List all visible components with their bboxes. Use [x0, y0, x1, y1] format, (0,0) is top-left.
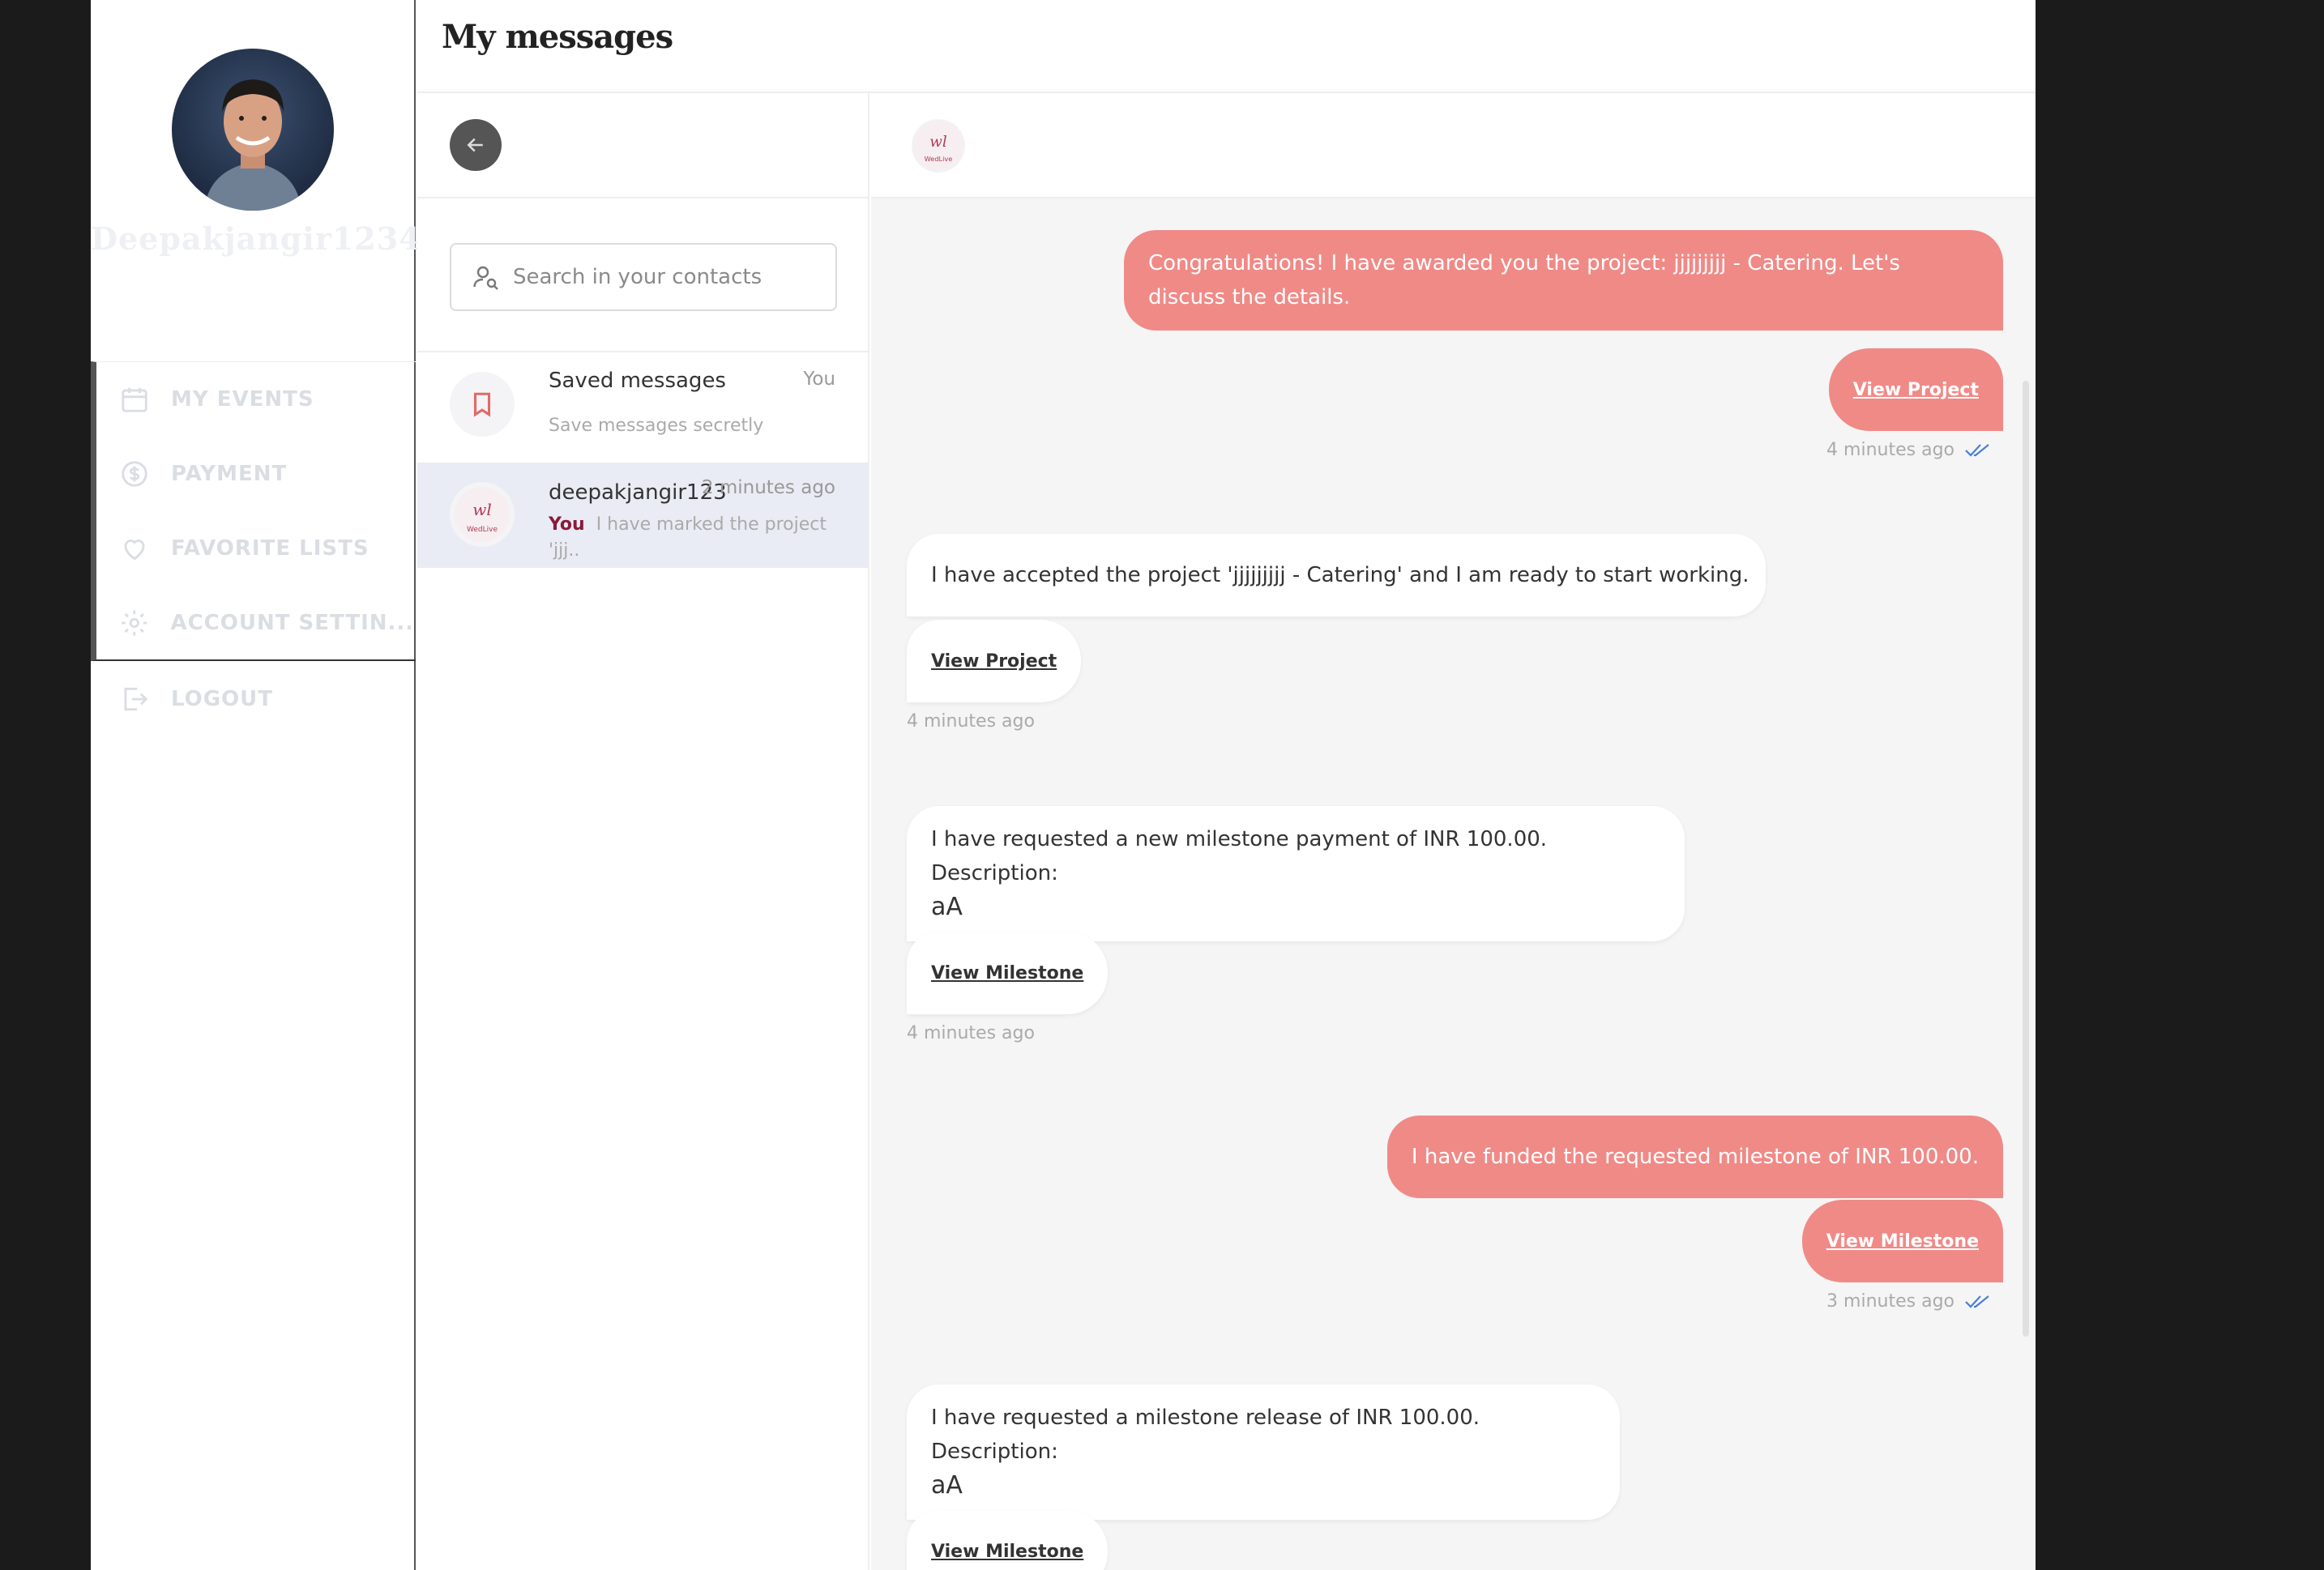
contact-name: Saved messages — [549, 369, 726, 393]
chat-contact-avatar[interactable]: wl WedLive — [912, 119, 965, 173]
contact-preview: Save messages secretly — [549, 416, 764, 436]
user-search-icon — [473, 266, 498, 290]
app-window: Deepakjangir1234 MY EVENTS PAYMENT FAVOR… — [91, 0, 2036, 1570]
view-milestone-link[interactable]: View Milestone — [907, 1510, 1109, 1570]
logout-button[interactable]: LOGOUT — [119, 675, 273, 723]
main-area: My messages Saved messages You Save mes — [417, 0, 2036, 1570]
wedlive-logo-icon: wl WedLive — [455, 487, 510, 542]
arrow-left-icon — [467, 138, 483, 152]
svg-text:WedLive: WedLive — [467, 526, 498, 534]
calendar-icon — [122, 387, 147, 412]
page-header: My messages — [417, 0, 2036, 93]
sidebar: Deepakjangir1234 MY EVENTS PAYMENT FAVOR… — [91, 0, 421, 1570]
gear-icon — [122, 610, 147, 636]
heart-icon — [124, 540, 145, 561]
contact-avatar: wl WedLive — [450, 482, 515, 547]
contacts-toolbar — [417, 93, 869, 198]
contact-item-saved-messages[interactable]: Saved messages You Save messages secretl… — [417, 352, 868, 458]
message-timestamp: 3 minutes ago — [1826, 1291, 1954, 1312]
sidebar-item-account-settings[interactable]: ACCOUNT SETTIN... — [119, 599, 411, 647]
chat-header: wl WedLive — [871, 93, 2036, 198]
logout-label: LOGOUT — [171, 687, 274, 711]
contact-item-deepakjangir123[interactable]: wl WedLive deepakjangir123 2 minutes ago … — [417, 463, 868, 568]
search-input[interactable] — [513, 265, 821, 289]
contact-search[interactable] — [450, 243, 837, 311]
view-project-link[interactable]: View Project — [1828, 348, 2003, 431]
contact-meta: 2 minutes ago — [701, 477, 835, 498]
sidebar-item-label: FAVORITE LISTS — [171, 536, 370, 561]
contact-name: deepakjangir123 — [549, 480, 727, 505]
preview-text: I have marked the project — [596, 514, 827, 535]
sidebar-nav: MY EVENTS PAYMENT FAVORITE LISTS ACCOUNT… — [91, 361, 416, 661]
contact-meta: You — [803, 369, 835, 390]
message-timestamp: 4 minutes ago — [1826, 440, 1954, 460]
view-milestone-link[interactable]: View Milestone — [1801, 1200, 2003, 1282]
sidebar-item-favorite-lists[interactable]: FAVORITE LISTS — [119, 524, 411, 573]
bookmark-icon — [473, 392, 491, 417]
contact-preview-continued: 'jjj.. — [549, 540, 580, 561]
back-button[interactable] — [450, 119, 502, 171]
wedlive-logo-icon: wl WedLive — [912, 120, 964, 172]
sidebar-item-label: ACCOUNT SETTIN... — [170, 611, 411, 635]
sidebar-item-label: MY EVENTS — [171, 387, 314, 412]
sidebar-item-payment[interactable]: PAYMENT — [119, 450, 411, 498]
message-text-continued: discuss the details. — [1148, 285, 1351, 309]
contact-preview: You I have marked the project — [549, 514, 827, 535]
message-incoming: I have requested a milestone release of … — [907, 1384, 1620, 1520]
message-outgoing: Congratulations! I have awarded you the … — [1124, 230, 2003, 331]
message-incoming: I have requested a new milestone payment… — [907, 806, 1685, 941]
message-timestamp: 4 minutes ago — [907, 711, 1035, 732]
svg-text:wl: wl — [472, 500, 492, 519]
svg-text:WedLive: WedLive — [925, 155, 953, 163]
profile-avatar[interactable] — [172, 49, 334, 211]
message-description: aA — [931, 893, 963, 921]
page-title: My messages — [442, 18, 673, 56]
message-description: aA — [931, 1471, 963, 1500]
message-outgoing: I have funded the requested milestone of… — [1386, 1116, 2003, 1198]
bookmark-avatar — [450, 372, 515, 437]
message-text: I have requested a new milestone payment… — [931, 827, 1548, 885]
double-check-icon — [1965, 1295, 1989, 1308]
dollar-circle-icon — [122, 461, 147, 487]
logout-icon — [124, 687, 148, 711]
double-check-icon — [1965, 444, 1989, 457]
message-incoming: I have accepted the project 'jjjjjjjjj -… — [907, 534, 1766, 616]
sidebar-item-label: PAYMENT — [171, 462, 288, 486]
svg-text:wl: wl — [929, 134, 947, 151]
sidebar-item-my-events[interactable]: MY EVENTS — [119, 375, 411, 424]
message-text: I have requested a milestone release of … — [931, 1406, 1480, 1464]
view-project-link[interactable]: View Project — [907, 620, 1082, 702]
chat-panel: wl WedLive Congratulations! I have awarde… — [871, 93, 2036, 1570]
chat-scrollbar[interactable] — [2023, 381, 2029, 1337]
profile-username: Deepakjangir1234 — [91, 220, 421, 257]
you-label: You — [549, 514, 585, 535]
contacts-panel: Saved messages You Save messages secretl… — [417, 93, 869, 1570]
message-text: Congratulations! I have awarded you the … — [1148, 251, 1900, 275]
message-timestamp: 4 minutes ago — [907, 1023, 1035, 1043]
view-milestone-link[interactable]: View Milestone — [907, 932, 1109, 1014]
